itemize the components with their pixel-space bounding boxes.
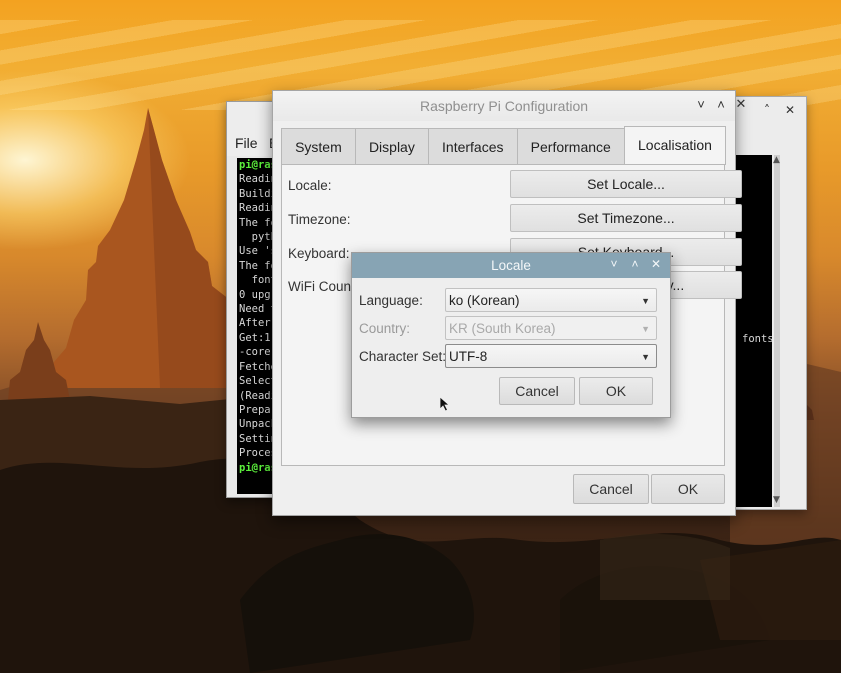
country-label: Country:	[359, 321, 411, 336]
timezone-label: Timezone:	[288, 212, 351, 227]
locale-close-icon[interactable]: ✕	[649, 257, 663, 271]
tab-bar: System Display Interfaces Performance Lo…	[281, 126, 727, 165]
chevron-down-icon: ▼	[641, 324, 650, 334]
country-select[interactable]: KR (South Korea) ▼	[445, 316, 657, 340]
character-set-label: Character Set:	[359, 349, 447, 364]
mouse-pointer-icon	[439, 396, 451, 412]
tab-performance[interactable]: Performance	[516, 128, 625, 164]
background-window-maximize-icon[interactable]: ˄	[764, 103, 770, 117]
maximize-icon[interactable]: ˄	[713, 97, 729, 113]
close-icon[interactable]: ✕	[733, 96, 749, 112]
terminal-menu-file[interactable]: File	[235, 135, 258, 151]
scroll-up-icon[interactable]: ▲	[773, 155, 780, 165]
keyboard-label: Keyboard:	[288, 246, 350, 261]
background-window[interactable]: ˄ ✕ fonts ▲ ▼	[733, 96, 807, 510]
locale-ok-button[interactable]: OK	[579, 377, 653, 405]
scroll-down-icon[interactable]: ▼	[773, 495, 780, 505]
tab-localisation[interactable]: Localisation	[623, 126, 727, 165]
locale-dialog-title: Locale	[491, 258, 531, 273]
cancel-button[interactable]: Cancel	[573, 474, 649, 504]
set-locale-button[interactable]: Set Locale...	[510, 170, 742, 198]
configuration-titlebar[interactable]: Raspberry Pi Configuration ˅ ˄ ✕	[273, 91, 746, 121]
locale-label: Locale:	[288, 178, 332, 193]
background-window-close-icon[interactable]: ✕	[785, 103, 795, 117]
terminal-fragment-text: fonts	[742, 333, 772, 345]
background-scrollbar[interactable]: ▲ ▼	[773, 155, 780, 507]
locale-cancel-button[interactable]: Cancel	[499, 377, 575, 405]
window-title: Raspberry Pi Configuration	[419, 98, 589, 114]
character-set-select[interactable]: UTF-8 ▼	[445, 344, 657, 368]
language-value: ko (Korean)	[449, 293, 520, 308]
locale-dialog-titlebar[interactable]: Locale ˅ ˄ ✕	[352, 253, 670, 278]
language-select[interactable]: ko (Korean) ▼	[445, 288, 657, 312]
tab-system[interactable]: System	[281, 128, 356, 164]
tab-display[interactable]: Display	[354, 128, 429, 164]
set-timezone-button[interactable]: Set Timezone...	[510, 204, 742, 232]
locale-dialog[interactable]: Locale ˅ ˄ ✕ Language: ko (Korean) ▼ Cou…	[351, 252, 671, 418]
country-value: KR (South Korea)	[449, 321, 556, 336]
chevron-down-icon: ▼	[641, 352, 650, 362]
chevron-down-icon: ▼	[641, 296, 650, 306]
minimize-icon[interactable]: ˅	[693, 97, 709, 113]
tab-interfaces[interactable]: Interfaces	[427, 128, 518, 164]
character-set-value: UTF-8	[449, 349, 488, 364]
ok-button[interactable]: OK	[651, 474, 725, 504]
locale-maximize-icon[interactable]: ˄	[628, 257, 642, 271]
language-label: Language:	[359, 293, 423, 308]
locale-minimize-icon[interactable]: ˅	[607, 257, 621, 271]
